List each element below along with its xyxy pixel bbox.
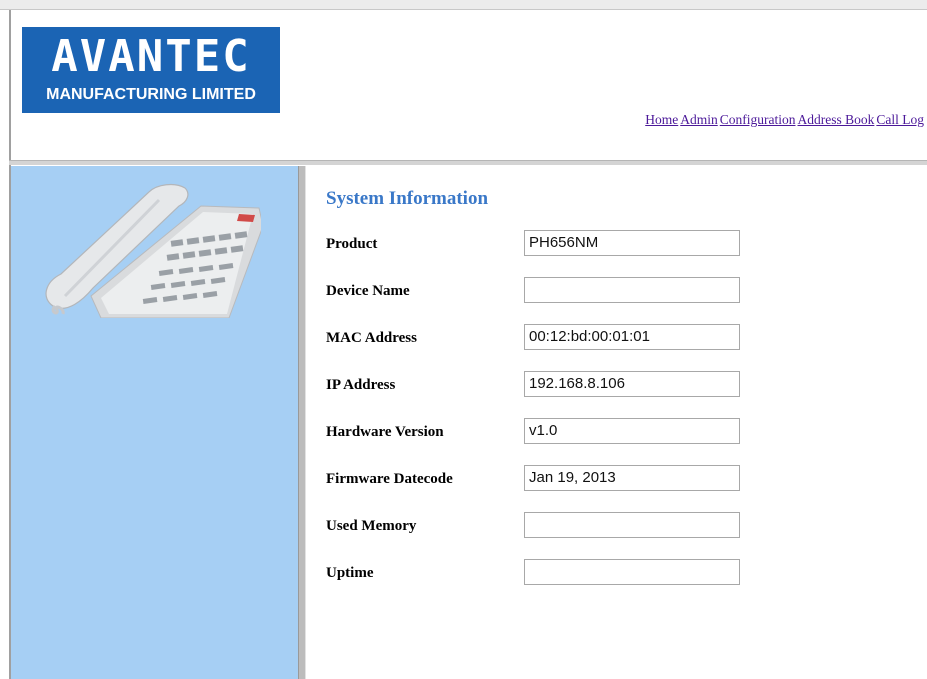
field-label: IP Address: [326, 377, 396, 393]
section-title: System Information: [326, 188, 489, 209]
field-label: Used Memory: [326, 518, 417, 534]
product-field[interactable]: PH656NM: [524, 230, 740, 256]
hardware-version-field[interactable]: v1.0: [524, 418, 740, 444]
field-label: Device Name: [326, 283, 410, 299]
logo-wordmark: AVANTEC: [51, 31, 251, 82]
field-label: Firmware Datecode: [326, 471, 453, 487]
firmware-datecode-field[interactable]: Jan 19, 2013: [524, 465, 740, 491]
sidebar-panel: [11, 166, 298, 679]
field-label: Hardware Version: [326, 424, 444, 440]
field-label: MAC Address: [326, 330, 417, 346]
header-separator: [9, 160, 927, 165]
top-border: [0, 9, 927, 10]
nav-link-admin[interactable]: Admin: [680, 112, 718, 127]
uptime-field[interactable]: [524, 559, 740, 585]
used-memory-field[interactable]: [524, 512, 740, 538]
field-label: Uptime: [326, 565, 374, 581]
nav-link-configuration[interactable]: Configuration: [720, 112, 796, 127]
ip-address-field[interactable]: 192.168.8.106: [524, 371, 740, 397]
nav-link-call-log[interactable]: Call Log: [876, 112, 924, 127]
nav-link-address-book[interactable]: Address Book: [798, 112, 875, 127]
nav-link-home[interactable]: Home: [645, 112, 678, 127]
mac-address-field[interactable]: 00:12:bd:00:01:01: [524, 324, 740, 350]
device-name-field[interactable]: [524, 277, 740, 303]
logo-subtitle: MANUFACTURING LIMITED: [46, 86, 256, 103]
brand-logo: AVANTEC MANUFACTURING LIMITED: [22, 27, 280, 113]
field-label: Product: [326, 236, 378, 252]
sidebar-divider: [298, 166, 306, 679]
desk-phone-image: [45, 183, 261, 318]
top-navigation: Home Admin Configuration Address Book Call L…: [643, 112, 924, 128]
window-top-edge: [0, 0, 927, 9]
